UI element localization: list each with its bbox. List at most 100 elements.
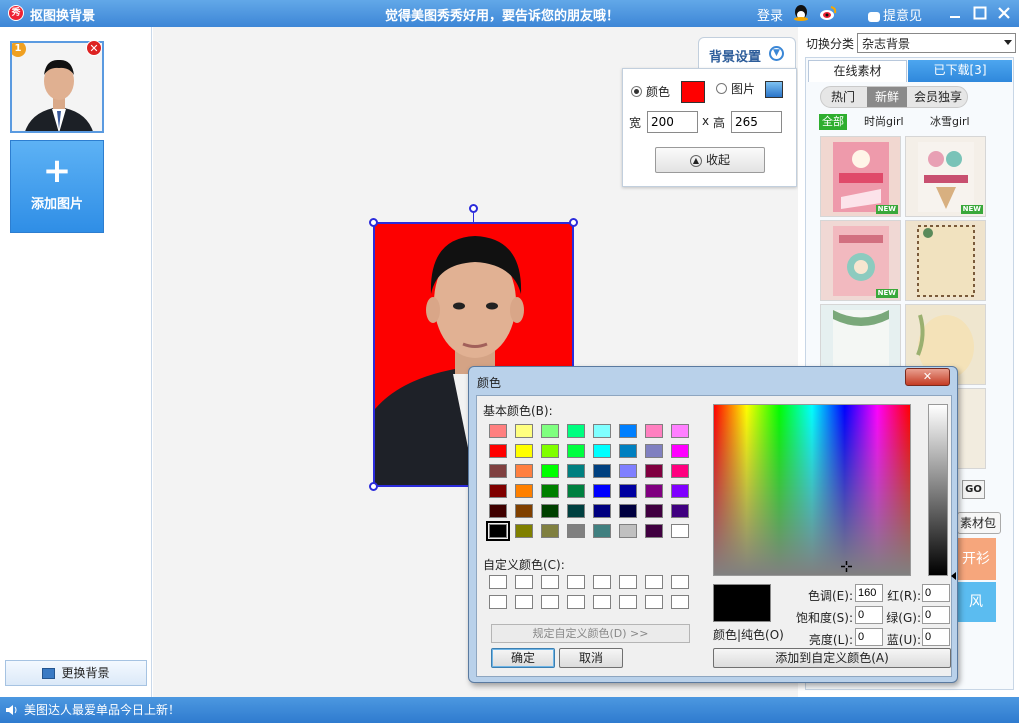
subtab-new[interactable]: 新鲜	[867, 87, 907, 107]
basic-color-swatch[interactable]	[567, 424, 585, 438]
custom-color-swatch[interactable]	[567, 595, 585, 609]
basic-color-swatch[interactable]	[541, 444, 559, 458]
custom-color-swatch[interactable]	[489, 575, 507, 589]
custom-color-swatch[interactable]	[489, 595, 507, 609]
resize-handle-bottom-left[interactable]	[369, 482, 378, 491]
basic-color-swatch[interactable]	[486, 521, 510, 541]
basic-color-swatch[interactable]	[619, 484, 637, 498]
custom-color-swatch[interactable]	[515, 575, 533, 589]
luminance-slider[interactable]	[928, 404, 948, 576]
luminance-arrow-icon[interactable]	[951, 572, 956, 580]
background-color-swatch[interactable]	[681, 81, 705, 103]
add-image-button[interactable]: + 添加图片	[10, 140, 104, 233]
basic-color-swatch[interactable]	[645, 444, 663, 458]
qq-icon[interactable]	[793, 4, 809, 22]
promo-banner[interactable]: 开衫	[956, 538, 996, 580]
basic-color-swatch[interactable]	[645, 524, 663, 538]
height-input[interactable]	[731, 111, 782, 133]
basic-color-swatch[interactable]	[645, 464, 663, 478]
rotate-handle[interactable]	[469, 204, 478, 213]
define-custom-colors-button[interactable]: 规定自定义颜色(D) >>	[491, 624, 690, 643]
material-tile[interactable]: NEW	[905, 136, 986, 217]
image-radio[interactable]	[716, 83, 727, 94]
add-to-custom-colors-button[interactable]: 添加到自定义颜色(A)	[713, 648, 951, 668]
basic-color-swatch[interactable]	[515, 424, 533, 438]
basic-color-swatch[interactable]	[515, 504, 533, 518]
red-input[interactable]	[922, 584, 950, 602]
status-message[interactable]: 美图达人最爱单品今日上新！	[24, 703, 180, 717]
custom-color-swatch[interactable]	[593, 595, 611, 609]
custom-color-swatch[interactable]	[645, 575, 663, 589]
basic-color-swatch[interactable]	[515, 484, 533, 498]
basic-color-swatch[interactable]	[541, 424, 559, 438]
subtab-members[interactable]: 会员独享	[909, 87, 967, 107]
basic-color-swatch[interactable]	[671, 524, 689, 538]
basic-color-swatch[interactable]	[567, 444, 585, 458]
material-package-button[interactable]: 素材包	[957, 512, 1001, 534]
change-background-button[interactable]: 更换背景	[5, 660, 147, 686]
choose-image-icon[interactable]	[765, 81, 783, 98]
basic-color-swatch[interactable]	[567, 524, 585, 538]
custom-color-swatch[interactable]	[671, 595, 689, 609]
hue-input[interactable]	[855, 584, 883, 602]
material-tile[interactable]: NEW	[820, 136, 901, 217]
ok-button[interactable]: 确定	[491, 648, 555, 668]
basic-color-swatch[interactable]	[645, 504, 663, 518]
basic-color-swatch[interactable]	[567, 504, 585, 518]
basic-color-swatch[interactable]	[541, 464, 559, 478]
basic-color-swatch[interactable]	[515, 524, 533, 538]
material-tile[interactable]	[905, 220, 986, 301]
custom-color-swatch[interactable]	[541, 595, 559, 609]
filter-ice-girl[interactable]: 冰雪girl	[927, 114, 973, 130]
basic-color-swatch[interactable]	[593, 444, 611, 458]
filter-fashion-girl[interactable]: 时尚girl	[861, 114, 907, 130]
weibo-icon[interactable]	[819, 5, 837, 21]
color-radio[interactable]	[631, 86, 642, 97]
basic-color-swatch[interactable]	[515, 444, 533, 458]
custom-color-swatch[interactable]	[515, 595, 533, 609]
basic-color-swatch[interactable]	[619, 464, 637, 478]
basic-color-swatch[interactable]	[671, 464, 689, 478]
cancel-button[interactable]: 取消	[559, 648, 623, 668]
go-button[interactable]: GO	[962, 480, 985, 499]
basic-color-swatch[interactable]	[645, 484, 663, 498]
basic-color-swatch[interactable]	[619, 524, 637, 538]
basic-color-swatch[interactable]	[489, 424, 507, 438]
basic-color-swatch[interactable]	[593, 424, 611, 438]
custom-color-swatch[interactable]	[645, 595, 663, 609]
custom-color-swatch[interactable]	[619, 575, 637, 589]
resize-handle-top-right[interactable]	[569, 218, 578, 227]
basic-color-swatch[interactable]	[489, 464, 507, 478]
basic-color-swatch[interactable]	[515, 464, 533, 478]
maximize-icon[interactable]	[972, 5, 988, 21]
login-link[interactable]: 登录	[757, 5, 783, 24]
custom-color-swatch[interactable]	[619, 595, 637, 609]
tab-online-materials[interactable]: 在线素材	[808, 60, 907, 82]
color-spectrum[interactable]	[713, 404, 911, 576]
saturation-input[interactable]	[855, 606, 883, 624]
filter-all[interactable]: 全部	[819, 114, 847, 130]
basic-color-swatch[interactable]	[567, 484, 585, 498]
basic-color-swatch[interactable]	[593, 484, 611, 498]
resize-handle-top-left[interactable]	[369, 218, 378, 227]
basic-color-swatch[interactable]	[541, 524, 559, 538]
basic-color-swatch[interactable]	[489, 484, 507, 498]
feedback-link[interactable]: 提意见	[868, 5, 922, 24]
basic-color-swatch[interactable]	[593, 464, 611, 478]
remove-image-icon[interactable]: ✕	[86, 40, 102, 56]
width-input[interactable]	[647, 111, 698, 133]
basic-color-swatch[interactable]	[645, 424, 663, 438]
basic-color-swatch[interactable]	[567, 464, 585, 478]
tab-downloaded[interactable]: 已下载[3]	[908, 60, 1012, 82]
basic-color-swatch[interactable]	[619, 424, 637, 438]
custom-color-swatch[interactable]	[593, 575, 611, 589]
basic-color-swatch[interactable]	[593, 524, 611, 538]
basic-color-swatch[interactable]	[619, 444, 637, 458]
custom-color-swatch[interactable]	[541, 575, 559, 589]
basic-color-swatch[interactable]	[671, 424, 689, 438]
promo-banner[interactable]: 风	[956, 582, 996, 622]
basic-color-swatch[interactable]	[671, 484, 689, 498]
material-tile[interactable]: NEW	[820, 220, 901, 301]
custom-color-swatch[interactable]	[567, 575, 585, 589]
green-input[interactable]	[922, 606, 950, 624]
